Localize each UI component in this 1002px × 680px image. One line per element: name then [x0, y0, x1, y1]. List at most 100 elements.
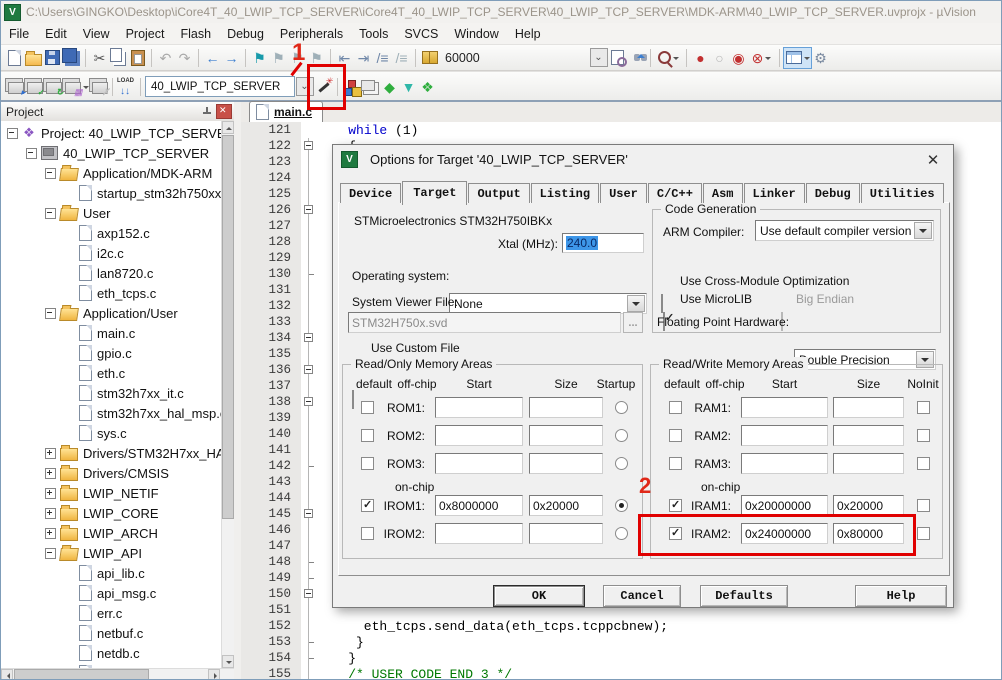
- start-input[interactable]: [435, 397, 523, 418]
- incremental-find-icon[interactable]: [627, 48, 646, 68]
- tree-expander-minus[interactable]: [45, 208, 56, 219]
- menu-window[interactable]: Window: [446, 25, 506, 43]
- dropdown-arrow-icon[interactable]: [627, 295, 645, 312]
- menu-debug[interactable]: Debug: [219, 25, 272, 43]
- copy-icon[interactable]: [109, 48, 128, 68]
- tree-item-application-user[interactable]: Application/User: [1, 303, 221, 323]
- find-all-references-icon[interactable]: [655, 48, 682, 68]
- tree-item-40-lwip-tcp-server[interactable]: 40_LWIP_TCP_SERVER: [1, 143, 221, 163]
- startup-radio[interactable]: [615, 401, 628, 414]
- tree-item-main-c[interactable]: main.c: [1, 323, 221, 343]
- noinit-checkbox[interactable]: [917, 499, 930, 512]
- size-input[interactable]: [529, 523, 603, 544]
- noinit-checkbox[interactable]: [917, 527, 930, 540]
- size-input[interactable]: 0x20000: [833, 495, 904, 516]
- startup-radio[interactable]: [615, 499, 628, 512]
- tree-item-i2c-c[interactable]: i2c.c: [1, 243, 221, 263]
- open-file-icon[interactable]: [24, 48, 43, 68]
- startup-radio[interactable]: [615, 457, 628, 470]
- tab-debug[interactable]: Debug: [806, 183, 860, 203]
- navigate-forward-icon[interactable]: →: [222, 48, 241, 68]
- tab-asm[interactable]: Asm: [703, 183, 743, 203]
- redo-icon[interactable]: ↷: [175, 48, 194, 68]
- tree-item-lwip-core[interactable]: LWIP_CORE: [1, 503, 221, 523]
- build-icon[interactable]: [24, 77, 43, 97]
- size-input[interactable]: [833, 453, 904, 474]
- tree-expander-minus[interactable]: [26, 148, 37, 159]
- panel-splitter[interactable]: [234, 102, 241, 680]
- tab-utilities[interactable]: Utilities: [861, 183, 944, 203]
- startup-radio[interactable]: [615, 527, 628, 540]
- start-input[interactable]: [435, 425, 523, 446]
- find-next-icon[interactable]: [608, 48, 627, 68]
- rebuild-all-icon[interactable]: [43, 77, 62, 97]
- fold-collapse-icon[interactable]: [304, 589, 313, 598]
- tree-item-stm32h7xx-hal-msp-c[interactable]: stm32h7xx_hal_msp.c: [1, 403, 221, 423]
- tree-expander-minus[interactable]: [45, 308, 56, 319]
- xtal-input[interactable]: 240.0: [562, 233, 644, 253]
- noinit-checkbox[interactable]: [917, 457, 930, 470]
- dialog-close-icon[interactable]: ✕: [913, 145, 953, 174]
- tree-item-api-msg-c[interactable]: api_msg.c: [1, 583, 221, 603]
- default-checkbox[interactable]: [361, 527, 374, 540]
- fold-collapse-icon[interactable]: [304, 141, 313, 150]
- tree-expander-minus[interactable]: [45, 548, 56, 559]
- paste-icon[interactable]: [128, 48, 147, 68]
- tab-cc[interactable]: C/C++: [648, 183, 702, 203]
- pack-installer-icon[interactable]: ❖: [418, 77, 437, 97]
- new-file-icon[interactable]: [5, 48, 24, 68]
- tab-device[interactable]: Device: [340, 183, 401, 203]
- size-input[interactable]: [833, 425, 904, 446]
- default-checkbox[interactable]: [361, 401, 374, 414]
- tree-expander-plus[interactable]: [45, 508, 56, 519]
- startup-radio[interactable]: [615, 429, 628, 442]
- size-input[interactable]: [833, 397, 904, 418]
- arm-compiler-select[interactable]: Use default compiler version 5: [755, 220, 934, 241]
- size-input[interactable]: [529, 453, 603, 474]
- tree-item-sys-c[interactable]: sys.c: [1, 423, 221, 443]
- menu-project[interactable]: Project: [118, 25, 173, 43]
- close-panel-button[interactable]: [216, 104, 232, 119]
- tree-item-netdb-c[interactable]: netdb.c: [1, 643, 221, 663]
- comment-icon[interactable]: /≡: [373, 48, 392, 68]
- tab-target[interactable]: Target: [402, 181, 467, 205]
- dropdown-arrow-icon[interactable]: [914, 222, 932, 239]
- download-icon[interactable]: [117, 77, 136, 97]
- tree-expander-plus[interactable]: [45, 528, 56, 539]
- fold-collapse-icon[interactable]: [304, 365, 313, 374]
- cancel-button[interactable]: Cancel: [603, 585, 681, 607]
- bookmark-toggle-icon[interactable]: ⚑: [250, 48, 269, 68]
- start-input[interactable]: 0x20000000: [741, 495, 828, 516]
- tree-expander-plus[interactable]: [45, 468, 56, 479]
- bookmark-next-icon[interactable]: ⚑: [269, 48, 288, 68]
- tree-item-gpio-c[interactable]: gpio.c: [1, 343, 221, 363]
- pin-icon[interactable]: [201, 106, 213, 118]
- tree-item-drivers-cmsis[interactable]: Drivers/CMSIS: [1, 463, 221, 483]
- fold-collapse-icon[interactable]: [304, 397, 313, 406]
- default-checkbox[interactable]: [669, 499, 682, 512]
- default-checkbox[interactable]: [361, 499, 374, 512]
- start-input[interactable]: [741, 397, 828, 418]
- os-select[interactable]: None: [449, 293, 647, 314]
- navigate-back-icon[interactable]: ←: [203, 48, 222, 68]
- target-select[interactable]: 40_LWIP_TCP_SERVER: [145, 76, 295, 97]
- start-input[interactable]: [741, 453, 828, 474]
- tab-output[interactable]: Output: [468, 183, 529, 203]
- find-text-input[interactable]: 60000: [439, 49, 579, 67]
- fold-collapse-icon[interactable]: [304, 333, 313, 342]
- tree-expander-plus[interactable]: [45, 488, 56, 499]
- tree-expander-plus[interactable]: [45, 448, 56, 459]
- default-checkbox[interactable]: [361, 457, 374, 470]
- tree-item-netbuf-c[interactable]: netbuf.c: [1, 623, 221, 643]
- disable-all-breakpoints-icon[interactable]: ◉: [729, 48, 748, 68]
- size-input[interactable]: [529, 397, 603, 418]
- start-input[interactable]: [435, 453, 523, 474]
- menu-edit[interactable]: Edit: [37, 25, 75, 43]
- fold-collapse-icon[interactable]: [304, 509, 313, 518]
- menu-view[interactable]: View: [75, 25, 118, 43]
- tree-item-user[interactable]: User: [1, 203, 221, 223]
- help-button[interactable]: Help: [855, 585, 947, 607]
- tree-item-drivers-stm32h7xx-hal-[interactable]: Drivers/STM32H7xx_HAL_: [1, 443, 221, 463]
- tree-item-api-lib-c[interactable]: api_lib.c: [1, 563, 221, 583]
- stop-build-icon[interactable]: [89, 77, 108, 97]
